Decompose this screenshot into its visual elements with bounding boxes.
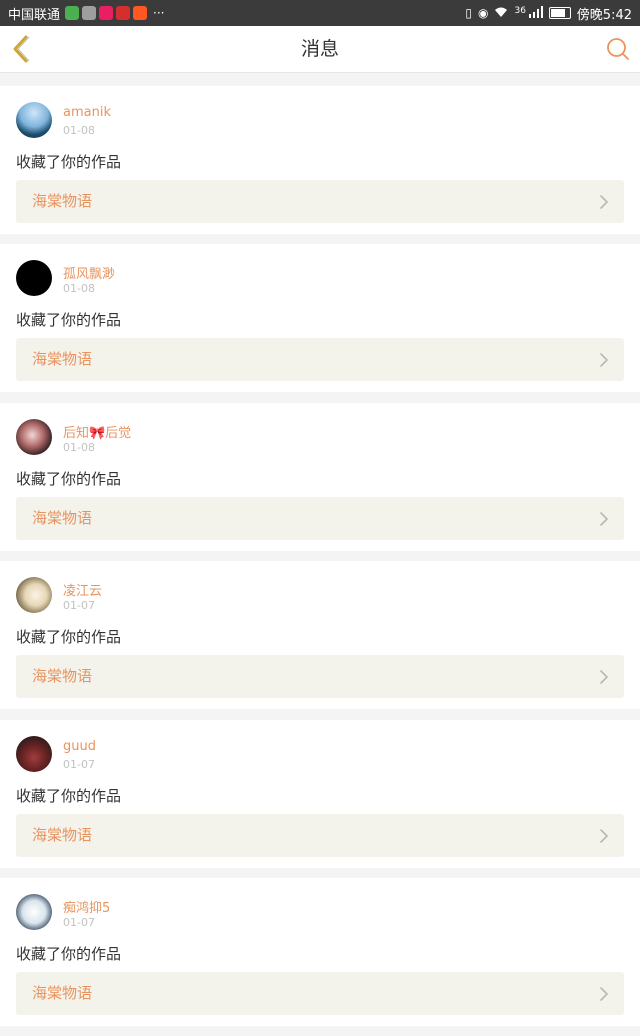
message-card: 痴鸿抑5 01-07 收藏了你的作品 海棠物语 [0,877,640,1026]
avatar-penguins[interactable] [16,893,52,930]
message-action: 收藏了你的作品 [16,628,122,647]
chevron-right-icon [600,670,608,684]
status-bar-left: 中国联通 ··· [8,0,164,26]
username-link[interactable]: guud [63,739,96,754]
avatar-girl-pink[interactable] [16,418,52,455]
message-action: 收藏了你的作品 [16,311,122,330]
username-link[interactable]: 孤风飘渺 [63,263,115,282]
play-app-icon [133,6,148,20]
message-app-icon [99,6,114,20]
eye-icon: ◉ [477,6,489,20]
photo-app-icon [116,6,131,20]
work-title: 海棠物语 [32,667,93,686]
username-link[interactable]: 痴鸿抑5 [63,897,110,916]
work-link[interactable]: 海棠物语 [16,338,624,382]
work-link[interactable]: 海棠物语 [16,655,624,699]
work-title: 海棠物语 [32,350,93,369]
work-title: 海棠物语 [32,983,93,1002]
chevron-right-icon [600,353,608,368]
message-card: 后知🎀后觉 01-08 收藏了你的作品 海棠物语 [0,402,640,551]
battery-level [550,9,566,17]
message-date: 01-07 [63,757,95,771]
wechat-icon [82,6,97,20]
signal-icon: 36 [514,5,543,21]
status-bar-right: ▯ ◉ 36 傍晚5:42 [459,0,632,26]
avatar-black-text[interactable] [16,260,52,297]
message-action: 收藏了你的作品 [16,153,122,171]
message-date: 01-07 [63,599,95,613]
work-link[interactable]: 海棠物语 [16,813,624,857]
avatar-girl-white[interactable] [16,577,52,614]
message-card: guud 01-07 收藏了你的作品 海棠物语 [0,719,640,868]
chevron-right-icon [600,195,608,209]
chevron-right-icon [600,987,608,1001]
work-link[interactable]: 海棠物语 [16,496,624,540]
message-card: 凌江云 01-07 收藏了你的作品 海棠物语 [0,561,640,710]
message-action: 收藏了你的作品 [16,786,122,805]
more-notifications: ··· [153,6,165,20]
work-link[interactable]: 海棠物语 [16,971,624,1015]
message-date: 01-07 [63,915,95,929]
avatar-car-red[interactable] [16,735,52,772]
battery-icon [548,7,571,19]
message-date: 01-08 [63,282,95,296]
wifi-icon [494,6,508,21]
avatar-mountain-sky[interactable] [16,102,52,138]
work-title: 海棠物语 [32,192,93,210]
page-title: 消息 [300,38,339,60]
chevron-right-icon [600,828,608,843]
top-bar: 消息 [0,26,640,73]
message-action: 收藏了你的作品 [16,469,122,488]
clock: 傍晚5:42 [576,7,632,23]
username-link[interactable]: 凌江云 [63,580,102,599]
message-list: amanik 01-08 收藏了你的作品 海棠物语 孤风飘渺 01-08 收藏了… [0,86,640,1036]
message-date: 01-08 [63,440,95,454]
work-link[interactable]: 海棠物语 [16,180,624,223]
message-action: 收藏了你的作品 [16,944,122,963]
vibrate-icon: ▯ [465,6,472,20]
username-link[interactable]: amanik [63,105,111,120]
video-app-icon [65,6,80,20]
work-title: 海棠物语 [32,825,93,844]
search-button[interactable] [606,37,630,61]
carrier-label: 中国联通 [8,7,61,23]
search-icon [607,38,629,60]
message-card: amanik 01-08 收藏了你的作品 海棠物语 [0,86,640,234]
status-bar: 中国联通 ··· ▯ ◉ 36 傍晚5:42 [0,0,640,26]
network-type-label: 36 [514,5,526,16]
message-date: 01-08 [63,124,95,137]
username-link[interactable]: 后知🎀后觉 [63,422,131,441]
message-card: 孤风飘渺 01-08 收藏了你的作品 海棠物语 [0,244,640,393]
work-title: 海棠物语 [32,508,93,527]
chevron-right-icon [600,511,608,526]
